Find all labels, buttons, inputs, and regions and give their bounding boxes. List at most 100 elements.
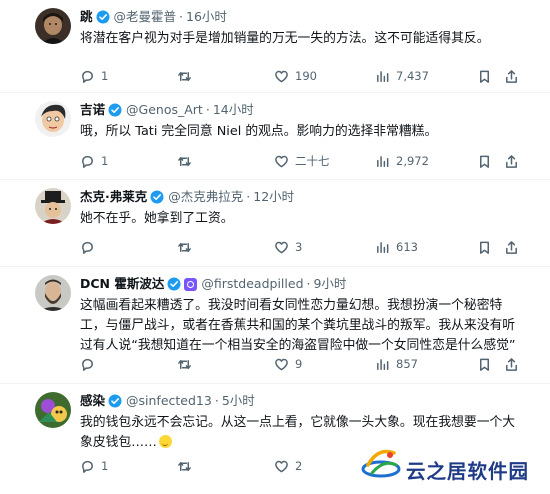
views-button[interactable]: 613 (375, 238, 418, 256)
verified-badge-icon (167, 277, 181, 291)
meta-separator: · (306, 276, 311, 291)
reply-button[interactable] (80, 355, 101, 373)
retweet-button[interactable] (177, 457, 198, 475)
avatar[interactable] (35, 188, 71, 224)
meta-separator: · (179, 9, 184, 24)
reply-button[interactable]: 1 (80, 457, 108, 475)
avatar[interactable] (35, 392, 71, 428)
tweet-text-line: 她不在乎。她拿到了工资。 (80, 211, 234, 226)
tweet[interactable]: 跳 @老曼霍普 · 16小时 将潜在客户视为对手是增加销量的万无一失的方法。这不… (0, 0, 550, 92)
like-count: 二十七 (295, 154, 330, 168)
tweet-text: 将潜在客户视为对手是增加销量的万无一失的方法。这不可能适得其反。 (80, 29, 530, 49)
views-chart-icon (377, 155, 389, 167)
heart-icon (275, 155, 288, 167)
avatar[interactable] (35, 8, 71, 44)
heart-icon (275, 241, 288, 253)
reply-count: 1 (101, 459, 109, 473)
reply-icon (82, 460, 93, 473)
grinning-face-emoji-icon (158, 435, 172, 448)
reply-button[interactable]: 1 (80, 152, 108, 170)
meta-separator: · (214, 393, 219, 408)
author-handle[interactable]: @sinfected13 (126, 392, 212, 410)
tweet[interactable]: 吉诺 @Genos_Art · 14小时 哦，所以 Tati 完全同意 Niel… (0, 92, 550, 180)
bookmark-button[interactable] (477, 238, 492, 256)
timestamp[interactable]: 9小时 (313, 275, 346, 293)
reply-button[interactable] (80, 238, 101, 256)
share-button[interactable] (504, 355, 519, 373)
views-button[interactable]: 7,437 (375, 67, 429, 85)
views-button[interactable]: 2,972 (375, 152, 429, 170)
bookmark-button[interactable] (477, 355, 492, 373)
like-button[interactable]: 2 (274, 457, 302, 475)
reply-button[interactable]: 1 (80, 67, 108, 85)
views-chart-icon (377, 70, 389, 82)
bookmark-icon (480, 70, 489, 83)
timestamp[interactable]: 14小时 (213, 101, 254, 119)
author-name[interactable]: 杰克·弗莱克 (80, 188, 147, 206)
author-handle[interactable]: @杰克弗拉克 (168, 188, 243, 206)
verified-badge-icon (108, 394, 122, 408)
reply-icon (82, 241, 93, 254)
reply-icon (82, 155, 93, 168)
watermark-logo-icon (360, 443, 402, 485)
game-art-avatar-icon (35, 392, 71, 428)
cartoon-avatar-icon (35, 101, 71, 137)
timestamp[interactable]: 16小时 (186, 8, 227, 26)
author-name[interactable]: DCN 霍斯波达 (80, 275, 164, 293)
like-count: 3 (295, 240, 303, 254)
retweet-icon (178, 71, 191, 81)
portrait-avatar-icon (35, 8, 71, 44)
share-button[interactable] (504, 152, 519, 170)
share-button[interactable] (504, 238, 519, 256)
views-button[interactable]: 857 (375, 355, 418, 373)
verified-badge-icon (108, 103, 122, 117)
author-handle[interactable]: @firstdeadpilled (201, 275, 303, 293)
tweet-header: 跳 @老曼霍普 · 16小时 (80, 8, 227, 26)
like-count: 9 (295, 357, 303, 371)
meta-separator: · (205, 102, 210, 117)
like-button[interactable]: 9 (274, 355, 302, 373)
share-button[interactable] (504, 67, 519, 85)
action-bar: 3 613 (80, 238, 530, 256)
bookmark-icon (480, 241, 489, 254)
like-button[interactable]: 190 (274, 67, 317, 85)
share-icon (506, 69, 517, 83)
tweet-text-line: 我的钱包永远不会忘记。从这一点上看，它就像一头大象。现在我想要一个大 (80, 415, 516, 430)
author-handle[interactable]: @Genos_Art (126, 101, 203, 119)
bearded-avatar-icon (35, 275, 71, 311)
like-button[interactable]: 3 (274, 238, 302, 256)
tweet[interactable]: DCN 霍斯波达 @firstdeadpilled · 9小时 这幅画看起来糟透… (0, 266, 550, 384)
view-count: 7,437 (396, 69, 429, 83)
tweet-text: 这幅画看起来糟透了。我没时间看女同性恋力量幻想。我想扮演一个秘密特 工，与僵尸战… (80, 296, 530, 356)
tweet-text-line: 过有人说“我想知道在一个相当安全的海盗冒险中做一个女同性恋是什么感觉” (80, 338, 516, 353)
tweet-text-line: 这幅画看起来糟透了。我没时间看女同性恋力量幻想。我想扮演一个秘密特 (80, 298, 503, 313)
bookmark-icon (480, 358, 489, 371)
meta-separator: · (246, 189, 251, 204)
bookmark-button[interactable] (477, 67, 492, 85)
retweet-button[interactable] (177, 67, 198, 85)
bookmark-button[interactable] (477, 152, 492, 170)
author-name[interactable]: 感染 (80, 392, 105, 410)
author-name[interactable]: 吉诺 (80, 101, 105, 119)
tweet-text-line: 象皮钱包…… (80, 435, 157, 450)
timestamp[interactable]: 5小时 (222, 392, 255, 410)
tweet[interactable]: 杰克·弗莱克 @杰克弗拉克 · 12小时 她不在乎。她拿到了工资。 3 613 (0, 179, 550, 267)
author-handle[interactable]: @老曼霍普 (114, 8, 177, 26)
tweet-header: DCN 霍斯波达 @firstdeadpilled · 9小时 (80, 275, 346, 293)
author-name[interactable]: 跳 (80, 8, 93, 26)
retweet-button[interactable] (177, 355, 198, 373)
timestamp[interactable]: 12小时 (253, 188, 294, 206)
avatar[interactable] (35, 101, 71, 137)
share-icon (506, 154, 517, 168)
views-chart-icon (377, 241, 389, 253)
reply-icon (82, 358, 93, 371)
tweet-header: 杰克·弗莱克 @杰克弗拉克 · 12小时 (80, 188, 294, 206)
watermark: 云之居软件园 (356, 441, 550, 493)
retweet-button[interactable] (177, 152, 198, 170)
reply-count: 1 (101, 154, 109, 168)
like-count: 2 (295, 459, 303, 473)
retweet-button[interactable] (177, 238, 198, 256)
avatar[interactable] (35, 275, 71, 311)
like-button[interactable]: 二十七 (274, 152, 330, 170)
tweet-text-line: 哦，所以 Tati 完全同意 Niel 的观点。影响力的选择非常糟糕。 (80, 124, 438, 139)
